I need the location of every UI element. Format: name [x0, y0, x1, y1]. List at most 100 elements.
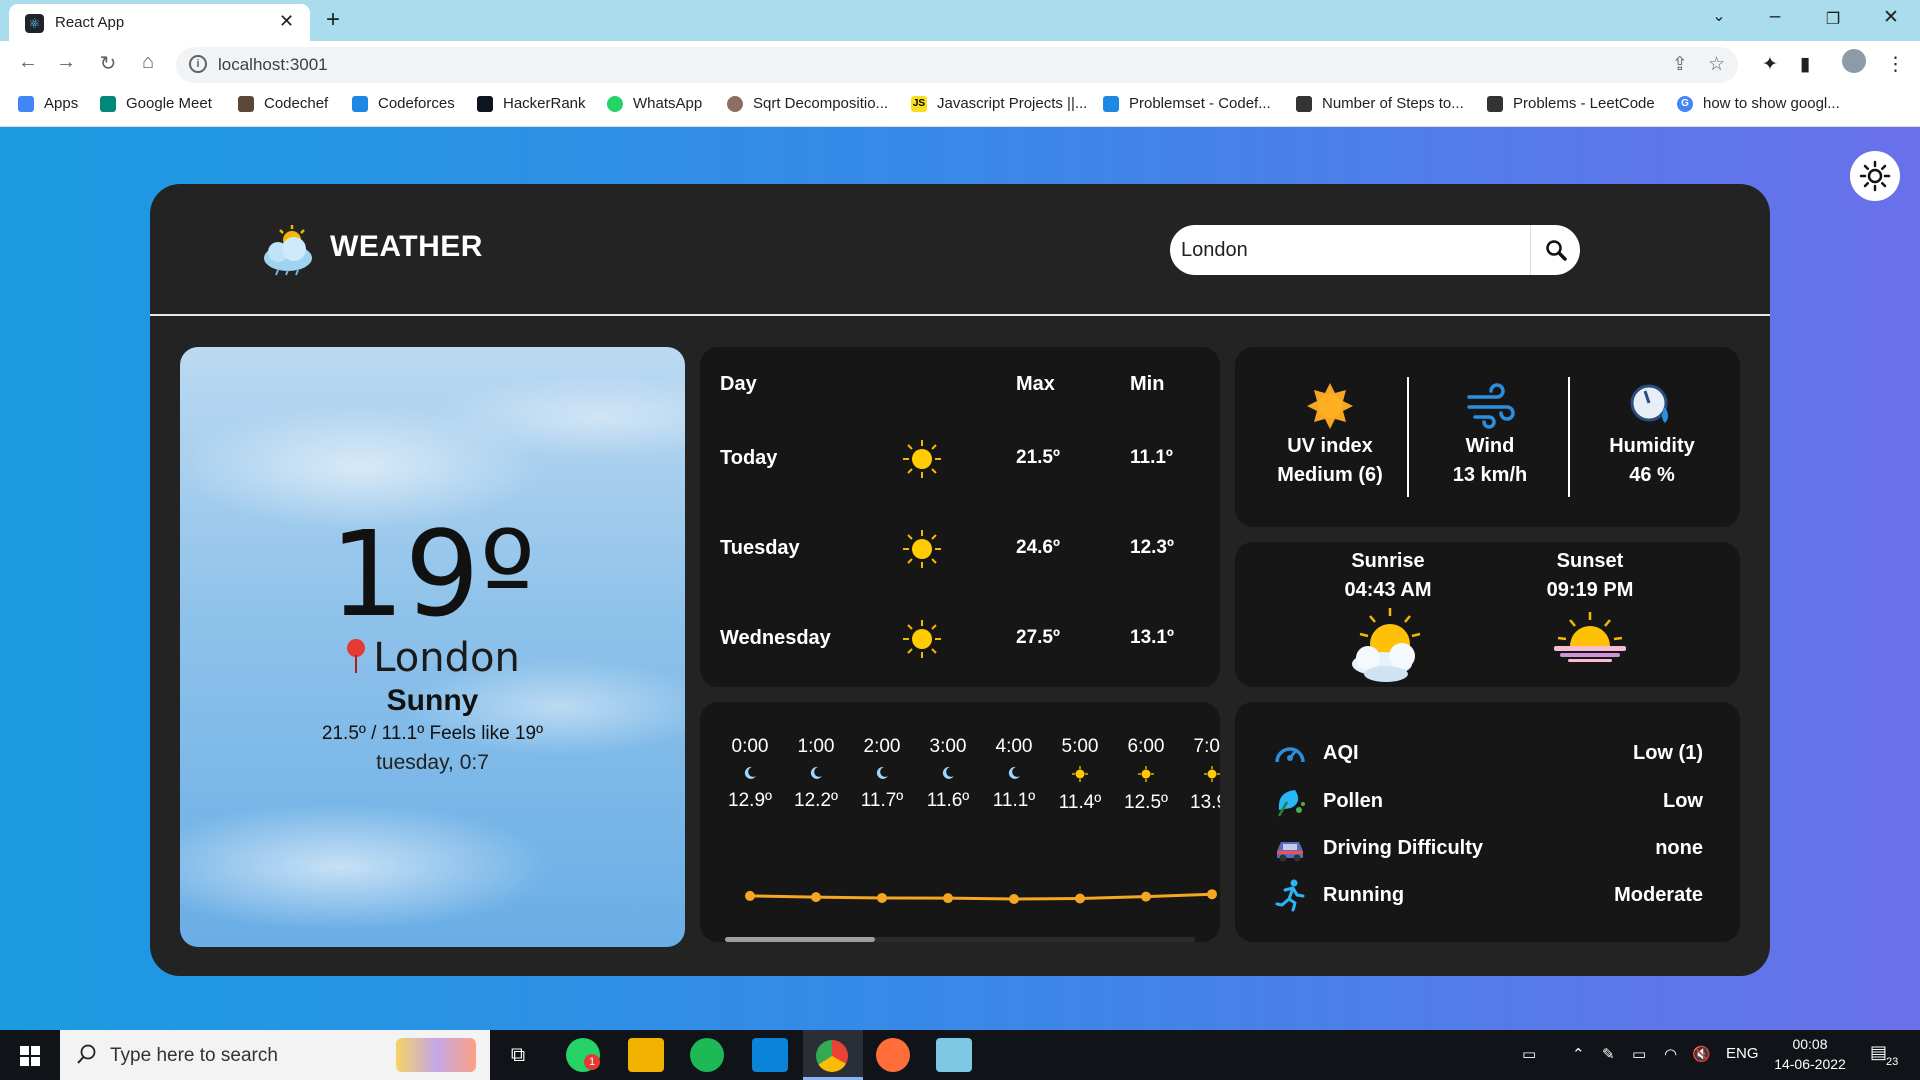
humidity-label: Humidity	[1609, 435, 1695, 457]
stat-divider	[1568, 377, 1570, 497]
notepad-icon[interactable]	[936, 1038, 972, 1072]
share-icon[interactable]: ⇪	[1672, 53, 1688, 76]
extensions-icon[interactable]: ✦	[1762, 53, 1778, 76]
minimize-icon[interactable]: –	[1760, 6, 1790, 28]
chevron-up-icon[interactable]: ⌃	[1572, 1045, 1585, 1063]
humidity-value: 46 %	[1629, 464, 1675, 486]
close-window-icon[interactable]: ✕	[1876, 6, 1906, 29]
bookmark-leetcode[interactable]: Problems - LeetCode	[1487, 95, 1655, 112]
search-button[interactable]	[1530, 225, 1580, 275]
scrollbar-thumb[interactable]	[725, 937, 875, 942]
temperature-point-4:00	[1009, 894, 1019, 904]
forward-icon[interactable]: →	[52, 51, 80, 74]
bookmark-hackerrank[interactable]: HackerRank	[477, 95, 586, 112]
keyboard-icon[interactable]: ▭	[1522, 1045, 1536, 1063]
hour-time: 3:00	[929, 736, 967, 757]
language-indicator[interactable]: ENG	[1726, 1045, 1759, 1062]
hour-time: 7:00	[1193, 736, 1221, 757]
pen-icon[interactable]: ✎	[1602, 1045, 1615, 1063]
sun-icon	[1072, 766, 1088, 782]
battery-icon[interactable]: ▭	[1632, 1045, 1646, 1063]
task-view-icon[interactable]: ⧉	[500, 1038, 536, 1072]
clock-date[interactable]: 14-06-2022	[1770, 1056, 1850, 1072]
hour-time: 0:00	[731, 736, 769, 757]
daily-forecast-panel: Day Max Min Today 21.5º 11.1º Tuesday 24…	[700, 347, 1220, 687]
air-quality-panel: AQI Low (1) Pollen Low Driving Difficult…	[1235, 702, 1740, 942]
header-divider	[150, 314, 1770, 316]
temperature-point-0:00	[745, 890, 755, 901]
temperature-point-5:00	[1075, 893, 1085, 904]
bookmark-problemset[interactable]: Problemset - Codef...	[1103, 95, 1271, 112]
sunset-section: Sunset 09:19 PM	[1505, 550, 1675, 666]
sunrise-time: 04:43 AM	[1344, 579, 1432, 601]
hour-time: 4:00	[995, 736, 1033, 757]
hour-time: 6:00	[1127, 736, 1165, 757]
bookmark-whatsapp[interactable]: WhatsApp	[607, 95, 702, 112]
back-icon[interactable]: ←	[14, 51, 42, 74]
theme-toggle-button[interactable]	[1850, 151, 1900, 201]
side-panel-icon[interactable]: ▮	[1800, 53, 1810, 76]
site-info-icon[interactable]: i	[189, 55, 207, 73]
spotify-icon[interactable]	[690, 1038, 724, 1072]
current-location: London	[180, 635, 685, 681]
wifi-icon[interactable]: ◠	[1664, 1045, 1677, 1063]
bookmark-number-of-steps[interactable]: Number of Steps to...	[1296, 95, 1464, 112]
windows-start-icon[interactable]	[20, 1046, 40, 1066]
new-tab-icon[interactable]: +	[326, 6, 340, 34]
sun-icon	[1307, 383, 1353, 429]
close-tab-icon[interactable]: ✕	[279, 11, 294, 32]
reload-icon[interactable]: ↻	[94, 51, 122, 76]
volume-muted-icon[interactable]: 🔇	[1692, 1045, 1711, 1063]
google-icon: G	[1677, 95, 1693, 112]
browser-tab[interactable]: ⚛ React App ✕	[9, 4, 310, 41]
moon-icon	[744, 766, 756, 779]
taskbar-search-box[interactable]: Type here to search	[60, 1030, 490, 1080]
file-explorer-icon[interactable]	[628, 1038, 664, 1072]
bookmark-sqrt-decomposition[interactable]: Sqrt Decompositio...	[727, 95, 888, 112]
home-icon[interactable]: ⌂	[134, 51, 162, 74]
sunrise-label: Sunrise	[1351, 550, 1425, 572]
notification-count: 23	[1886, 1056, 1899, 1068]
url-text[interactable]: localhost:3001	[218, 55, 328, 75]
bookmark-codeforces[interactable]: Codeforces	[352, 95, 455, 112]
hourly-scrollbar[interactable]	[725, 937, 1195, 942]
hourly-scroll-area[interactable]: 0:00 12.9º 1:00 12.2º 2:00 11.7º 3:00 11.6º …	[700, 702, 1220, 942]
running-icon	[1275, 879, 1305, 912]
temperature-point-2:00	[877, 892, 887, 903]
sunrise-icon	[1352, 608, 1421, 682]
temperature-range: 21.5º / 11.1º Feels like 19º	[321, 723, 544, 744]
codeforces-icon	[352, 95, 368, 112]
sunset-time: 09:19 PM	[1546, 579, 1634, 601]
bookmark-apps[interactable]: Apps	[18, 95, 78, 112]
restore-icon[interactable]: ❐	[1818, 9, 1848, 29]
search-icon	[77, 1044, 96, 1064]
bookmark-javascript-projects[interactable]: JS Javascript Projects ||...	[911, 95, 1087, 112]
search-input[interactable]	[1170, 225, 1530, 275]
postman-icon[interactable]	[876, 1038, 910, 1072]
current-weather-panel: 19º London Sunny 21.5º / 11.1º Feels lik…	[180, 347, 685, 947]
moon-icon	[876, 766, 888, 779]
aqi-value: Low (1)	[1633, 742, 1703, 764]
profile-avatar[interactable]	[1842, 49, 1866, 73]
hour-temp: 12.2º	[794, 790, 838, 811]
bookmark-google-meet[interactable]: Google Meet	[100, 95, 212, 112]
menu-icon[interactable]: ⋮	[1886, 53, 1905, 76]
bookmark-codechef[interactable]: Codechef	[238, 95, 328, 112]
clock-time[interactable]: 00:08	[1772, 1036, 1848, 1052]
gauge-icon	[1275, 747, 1305, 763]
windows-taskbar: Type here to search ⧉ 1 ▭ ⌃ ✎ ▭ ◠ 🔇 ENG …	[0, 1030, 1920, 1080]
wind-stat: Wind 13 km/h	[1425, 381, 1555, 487]
aqi-label: AQI	[1323, 742, 1359, 764]
running-row: Running Moderate	[1273, 878, 1703, 912]
hour-temp: 11.6º	[926, 790, 970, 811]
search-icon	[1546, 240, 1567, 261]
tab-search-icon[interactable]: ⌄	[1704, 6, 1734, 26]
bookmark-how-to-show-google[interactable]: Ghow to show googl...	[1677, 95, 1840, 112]
vscode-icon[interactable]	[752, 1038, 788, 1072]
address-bar[interactable]: i localhost:3001 ⇪ ☆	[176, 47, 1738, 83]
location-pin-icon	[345, 637, 367, 675]
forecast-header-max: Max	[1016, 373, 1055, 395]
notifications-icon[interactable]: ▤	[1870, 1042, 1887, 1063]
bookmark-star-icon[interactable]: ☆	[1708, 53, 1725, 76]
sunrise-section: Sunrise 04:43 AM	[1303, 550, 1473, 684]
